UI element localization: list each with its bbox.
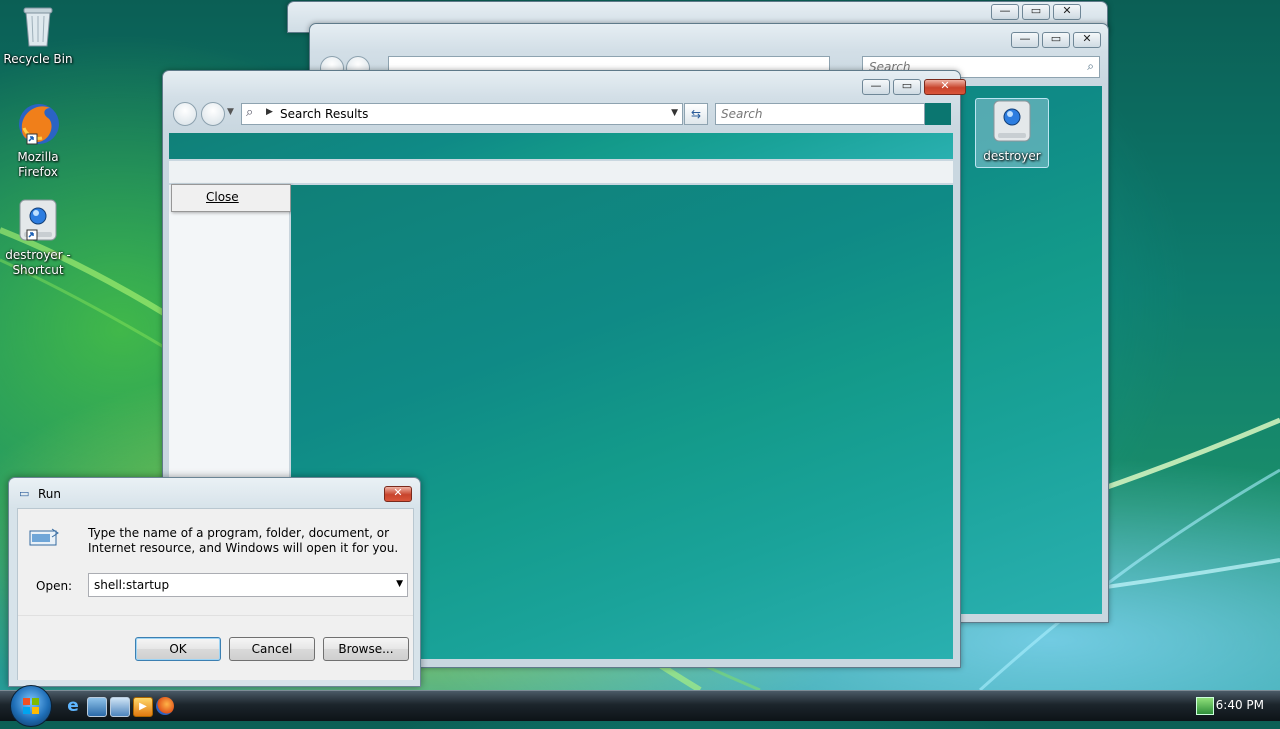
column-header-strip	[169, 161, 953, 183]
clock[interactable]: 6:40 PM	[1216, 698, 1264, 712]
maximize-button[interactable]: ▭	[893, 79, 921, 95]
run-dialog[interactable]: ▭ Run ✕ Type the name of a program, fold…	[8, 477, 421, 687]
minimize-button[interactable]: —	[862, 79, 890, 95]
back-button[interactable]	[173, 102, 197, 126]
open-label: Open:	[36, 579, 73, 593]
run-program-icon	[28, 527, 60, 549]
caption-buttons: — ▭ ✕	[1008, 32, 1101, 48]
maximize-button[interactable]: ▭	[1022, 4, 1050, 20]
caption-buttons: — ▭ ✕	[859, 79, 966, 95]
context-menu-item-close[interactable]: Close	[206, 190, 239, 204]
desktop-icon-destroyer-shortcut[interactable]: destroyer - Shortcut	[0, 198, 76, 278]
start-button[interactable]	[10, 685, 52, 727]
search-button[interactable]	[925, 103, 951, 125]
open-input[interactable]: shell:startup	[94, 578, 169, 592]
close-button[interactable]: ✕	[1053, 4, 1081, 20]
firefox-icon[interactable]	[156, 697, 174, 715]
desktop-icon-label: destroyer	[983, 149, 1041, 163]
caption-buttons: ✕	[381, 486, 412, 502]
toolbar-area	[169, 133, 953, 159]
windows-logo-icon	[23, 698, 39, 714]
desktop-icon-label: destroyer - Shortcut	[5, 248, 71, 277]
address-bar[interactable]: ⌕ ▶ Search Results ▼	[241, 103, 683, 125]
close-button[interactable]: ✕	[924, 79, 966, 95]
close-button[interactable]: ✕	[384, 486, 412, 502]
close-button[interactable]: ✕	[1073, 32, 1101, 48]
search-input[interactable]: Search	[715, 103, 925, 125]
destroyer-app-icon	[988, 99, 1036, 147]
ok-button[interactable]: OK	[135, 637, 221, 661]
search-icon: ⌕	[1087, 59, 1094, 73]
context-menu: Close	[171, 184, 291, 212]
show-desktop-icon[interactable]	[87, 697, 107, 717]
desktop-icon-firefox[interactable]: Mozilla Firefox	[0, 100, 76, 180]
desktop-icon-label: Recycle Bin	[3, 52, 73, 66]
caption-buttons: — ▭ ✕	[988, 4, 1081, 20]
minimize-button[interactable]: —	[991, 4, 1019, 20]
breadcrumb-separator-icon: ▶	[266, 107, 273, 117]
run-icon: ▭	[19, 487, 30, 500]
search-results-icon: ⌕	[246, 105, 254, 120]
recycle-bin-icon	[14, 2, 62, 50]
open-combobox[interactable]: shell:startup ▼	[88, 573, 408, 597]
combobox-dropdown-icon[interactable]: ▼	[396, 579, 403, 589]
desktop-icon-recycle-bin[interactable]: Recycle Bin	[0, 2, 76, 67]
maximize-button[interactable]: ▭	[1042, 32, 1070, 48]
media-player-icon[interactable]: ▶	[133, 697, 153, 717]
dialog-title: Run	[38, 487, 62, 501]
recent-pages-chevron-icon[interactable]: ▼	[227, 107, 234, 117]
desktop-icon-label: Mozilla Firefox	[17, 150, 59, 179]
refresh-button[interactable]: ⇆	[684, 103, 708, 125]
network-tray-icon[interactable]	[1196, 697, 1214, 715]
desktop-icon-destroyer[interactable]: destroyer	[975, 98, 1049, 168]
switch-windows-icon[interactable]	[110, 697, 130, 717]
internet-explorer-icon[interactable]: e	[64, 697, 82, 715]
browse-button[interactable]: Browse...	[323, 637, 409, 661]
forward-button[interactable]	[201, 102, 225, 126]
destroyer-app-icon	[14, 198, 62, 246]
minimize-button[interactable]: —	[1011, 32, 1039, 48]
address-dropdown-icon[interactable]: ▼	[671, 108, 678, 118]
cancel-button[interactable]: Cancel	[229, 637, 315, 661]
address-text: Search Results	[280, 107, 369, 121]
dialog-description: Type the name of a program, folder, docu…	[88, 526, 399, 555]
dialog-body: Type the name of a program, folder, docu…	[17, 508, 414, 680]
firefox-icon	[14, 100, 62, 148]
taskbar: e ▶ 6:40 PM	[0, 685, 1280, 727]
